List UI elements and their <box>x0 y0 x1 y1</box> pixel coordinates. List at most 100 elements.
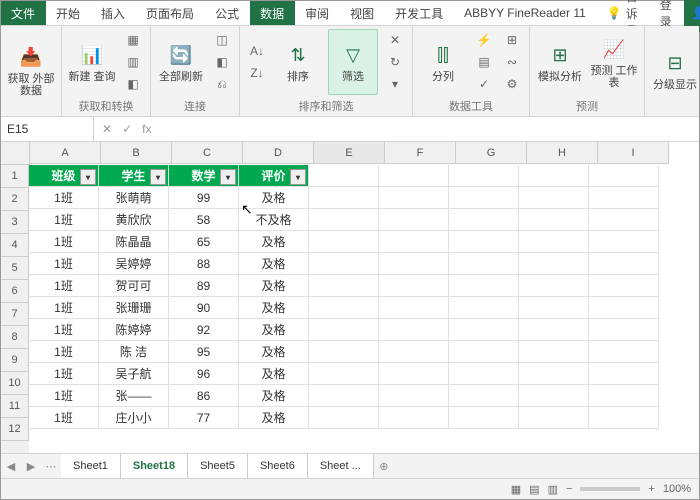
cell[interactable] <box>589 165 659 187</box>
cell[interactable]: 陈婷婷 <box>99 319 169 341</box>
recent-sources-icon[interactable]: ◧ <box>122 74 144 94</box>
cell[interactable]: 数学▾ <box>169 165 239 187</box>
row-header[interactable]: 6 <box>1 280 29 303</box>
cell[interactable] <box>309 165 379 187</box>
cell[interactable]: 及格 <box>239 407 309 429</box>
cell[interactable]: 贺可可 <box>99 275 169 297</box>
sheet-tab[interactable]: Sheet5 <box>188 454 248 478</box>
show-queries-icon[interactable]: ▦ <box>122 30 144 50</box>
connections-icon[interactable]: ◫ <box>211 30 233 50</box>
filter-button[interactable]: ▽筛选 <box>328 29 378 95</box>
cell[interactable]: 65 <box>169 231 239 253</box>
menu-tab[interactable]: ABBYY FineReader 11 <box>454 1 597 25</box>
row-header[interactable]: 5 <box>1 257 29 280</box>
cell[interactable]: 1班 <box>29 253 99 275</box>
cell[interactable] <box>589 209 659 231</box>
reapply-icon[interactable]: ↻ <box>384 52 406 72</box>
cell[interactable] <box>379 275 449 297</box>
cell[interactable] <box>519 319 589 341</box>
cell[interactable] <box>519 341 589 363</box>
column-header[interactable]: H <box>527 142 598 164</box>
cell[interactable] <box>309 319 379 341</box>
cell[interactable]: 班级▾ <box>29 165 99 187</box>
cell[interactable]: 陈 洁 <box>99 341 169 363</box>
menu-tab[interactable]: 审阅 <box>295 1 340 25</box>
cell[interactable] <box>309 231 379 253</box>
cell[interactable]: 及格 <box>239 297 309 319</box>
cell[interactable] <box>589 275 659 297</box>
outline-button[interactable]: ⊟分级显示 <box>651 38 699 102</box>
filter-dropdown-icon[interactable]: ▾ <box>290 169 306 185</box>
new-sheet-button[interactable]: ⊕ <box>374 460 394 473</box>
cell[interactable]: 1班 <box>29 187 99 209</box>
manage-model-icon[interactable]: ⚙ <box>501 74 523 94</box>
tab-nav-next[interactable]: ▶ <box>21 460 41 473</box>
cell[interactable]: 及格 <box>239 385 309 407</box>
cell[interactable]: 吴子航 <box>99 363 169 385</box>
tab-nav-more[interactable]: ⋯ <box>41 460 61 473</box>
cells[interactable]: ↖ 班级▾学生▾数学▾评价▾1班张萌萌99及格1班黄欣欣58不及格1班陈晶晶65… <box>29 165 659 453</box>
cell[interactable] <box>309 253 379 275</box>
sort-desc-icon[interactable]: Z↓ <box>246 63 268 83</box>
cell[interactable] <box>519 187 589 209</box>
column-header[interactable]: C <box>172 142 243 164</box>
cell[interactable] <box>449 253 519 275</box>
cell[interactable] <box>519 407 589 429</box>
cell[interactable] <box>379 319 449 341</box>
cell[interactable]: 1班 <box>29 319 99 341</box>
cell[interactable]: 评价▾ <box>239 165 309 187</box>
cell[interactable] <box>379 209 449 231</box>
cell[interactable] <box>589 253 659 275</box>
cell[interactable]: 不及格 <box>239 209 309 231</box>
cell[interactable] <box>379 407 449 429</box>
sheet-tab[interactable]: Sheet1 <box>61 454 121 478</box>
from-table-icon[interactable]: ▥ <box>122 52 144 72</box>
row-header[interactable]: 12 <box>1 418 29 441</box>
cell[interactable]: 58 <box>169 209 239 231</box>
cell[interactable]: 1班 <box>29 297 99 319</box>
cell[interactable]: 1班 <box>29 407 99 429</box>
cell[interactable] <box>379 231 449 253</box>
get-external-data-button[interactable]: 📥获取 外部数据 <box>7 38 55 102</box>
cell[interactable] <box>519 297 589 319</box>
cell[interactable] <box>379 165 449 187</box>
cell[interactable] <box>379 341 449 363</box>
menu-tab[interactable]: 开始 <box>46 1 91 25</box>
cell[interactable] <box>449 209 519 231</box>
cell[interactable]: 陈晶晶 <box>99 231 169 253</box>
file-tab[interactable]: 文件 <box>1 1 46 25</box>
column-header[interactable]: E <box>314 142 385 164</box>
cell[interactable] <box>449 363 519 385</box>
cell[interactable] <box>519 275 589 297</box>
forecast-button[interactable]: 📈预测 工作表 <box>590 30 638 94</box>
flash-fill-icon[interactable]: ⚡ <box>473 30 495 50</box>
cell[interactable] <box>449 275 519 297</box>
relationships-icon[interactable]: ∾ <box>501 52 523 72</box>
cell[interactable] <box>519 253 589 275</box>
cell[interactable]: 及格 <box>239 275 309 297</box>
cell[interactable] <box>379 187 449 209</box>
column-headers[interactable]: ABCDEFGHI <box>30 142 669 164</box>
cell[interactable]: 及格 <box>239 253 309 275</box>
menu-tab[interactable]: 开发工具 <box>385 1 454 25</box>
cell[interactable]: 96 <box>169 363 239 385</box>
data-validation-icon[interactable]: ✓ <box>473 74 495 94</box>
cell[interactable]: 95 <box>169 341 239 363</box>
zoom-level[interactable]: 100% <box>663 483 691 495</box>
cell[interactable]: 吴婷婷 <box>99 253 169 275</box>
cell[interactable] <box>519 209 589 231</box>
cell[interactable] <box>449 407 519 429</box>
cell[interactable]: 1班 <box>29 385 99 407</box>
cell[interactable] <box>519 165 589 187</box>
cell[interactable]: 庄小小 <box>99 407 169 429</box>
menu-tab[interactable]: 公式 <box>205 1 250 25</box>
cell[interactable]: 1班 <box>29 341 99 363</box>
sheet-tab[interactable]: Sheet18 <box>121 454 188 480</box>
cell[interactable] <box>309 187 379 209</box>
view-layout-icon[interactable]: ▤ <box>529 483 539 496</box>
row-headers[interactable]: 123456789101112 <box>1 165 29 453</box>
cell[interactable]: 张—— <box>99 385 169 407</box>
cell[interactable]: 1班 <box>29 363 99 385</box>
cell[interactable]: 1班 <box>29 209 99 231</box>
cell[interactable] <box>379 385 449 407</box>
